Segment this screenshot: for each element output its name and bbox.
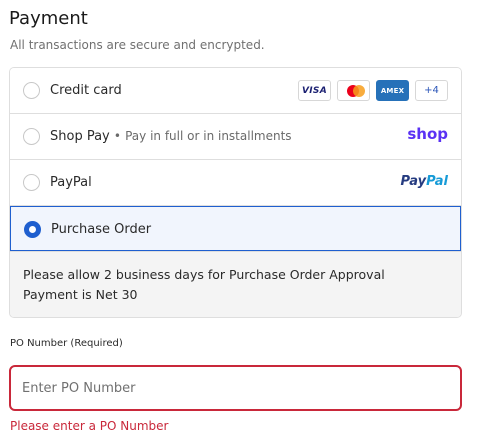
card-brand-icons: VISA AMEX +4: [298, 80, 448, 101]
po-info-line-terms: Payment is Net 30: [23, 287, 138, 302]
shop-pay-description: Pay in full or in installments: [125, 129, 292, 143]
payment-subtitle: All transactions are secure and encrypte…: [10, 38, 265, 52]
shop-pay-name: Shop Pay: [50, 129, 110, 144]
credit-card-label: Credit card: [50, 83, 122, 98]
visa-icon: VISA: [298, 80, 331, 101]
shop-pay-logo-icon: shop: [407, 125, 448, 143]
radio-credit-card[interactable]: [23, 82, 40, 99]
more-cards-badge: +4: [415, 80, 448, 101]
amex-icon: AMEX: [376, 80, 409, 101]
radio-shop-pay[interactable]: [23, 128, 40, 145]
po-number-input[interactable]: [9, 365, 462, 411]
po-info-line-approval: Please allow 2 business days for Purchas…: [23, 267, 385, 282]
payment-option-credit-card[interactable]: Credit card VISA AMEX +4: [10, 68, 461, 114]
payment-title: Payment: [9, 8, 88, 29]
payment-option-paypal[interactable]: PayPal PayPal: [10, 160, 461, 206]
radio-paypal[interactable]: [23, 174, 40, 191]
mastercard-icon: [337, 80, 370, 101]
radio-purchase-order[interactable]: [24, 221, 41, 238]
shop-pay-label: Shop Pay • Pay in full or in installment…: [50, 129, 292, 144]
paypal-label: PayPal: [50, 175, 92, 190]
payment-methods-list: Credit card VISA AMEX +4 Shop Pay • Pay …: [9, 67, 462, 318]
purchase-order-info-panel: Please allow 2 business days for Purchas…: [10, 251, 461, 317]
po-number-label: PO Number (Required): [10, 338, 123, 349]
po-number-error: Please enter a PO Number: [10, 419, 169, 433]
paypal-logo-icon: PayPal: [400, 174, 448, 189]
purchase-order-label: Purchase Order: [51, 222, 152, 237]
shop-pay-separator: •: [113, 129, 121, 143]
payment-option-shop-pay[interactable]: Shop Pay • Pay in full or in installment…: [10, 114, 461, 160]
payment-option-purchase-order[interactable]: Purchase Order: [10, 206, 461, 251]
